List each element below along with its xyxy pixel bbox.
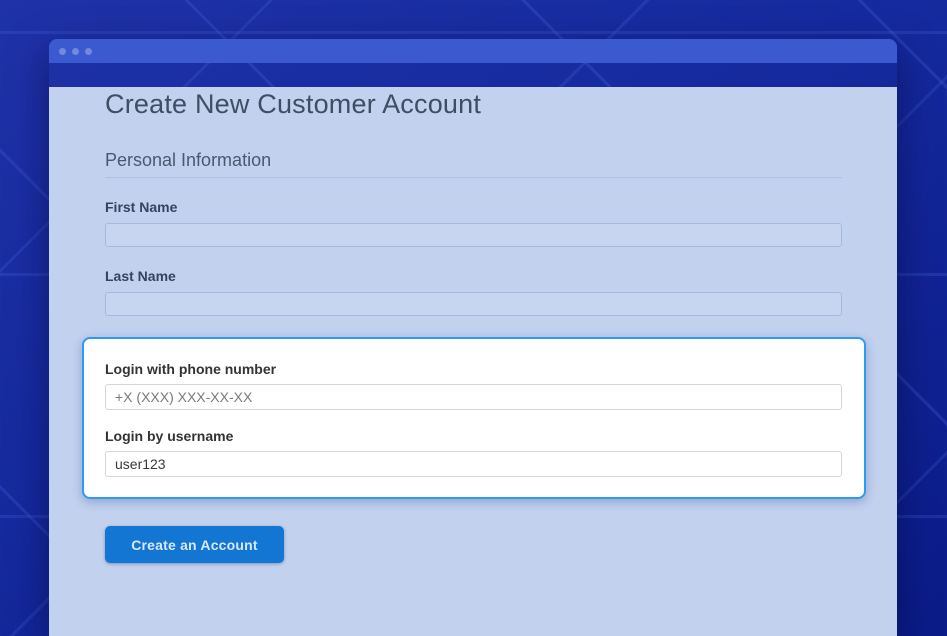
personal-information-heading: Personal Information bbox=[105, 149, 842, 171]
window-dot-icon[interactable] bbox=[72, 48, 79, 55]
browser-window: Create New Customer Account Personal Inf… bbox=[49, 39, 897, 636]
window-dot-icon[interactable] bbox=[59, 48, 66, 55]
phone-login-input[interactable] bbox=[105, 384, 842, 410]
window-dot-icon[interactable] bbox=[85, 48, 92, 55]
last-name-input[interactable] bbox=[105, 292, 842, 316]
create-account-button[interactable]: Create an Account bbox=[105, 526, 284, 563]
phone-login-label: Login with phone number bbox=[105, 361, 844, 377]
window-titlebar bbox=[49, 39, 897, 63]
first-name-input[interactable] bbox=[105, 223, 842, 247]
section-divider bbox=[105, 177, 842, 178]
last-name-label: Last Name bbox=[105, 268, 842, 284]
username-login-input[interactable] bbox=[105, 451, 842, 477]
first-name-label: First Name bbox=[105, 199, 842, 215]
login-options-panel: Login with phone number Login by usernam… bbox=[82, 337, 866, 499]
page-title: Create New Customer Account bbox=[105, 87, 842, 121]
username-login-label: Login by username bbox=[105, 428, 844, 444]
form-card: Create New Customer Account Personal Inf… bbox=[49, 87, 897, 636]
